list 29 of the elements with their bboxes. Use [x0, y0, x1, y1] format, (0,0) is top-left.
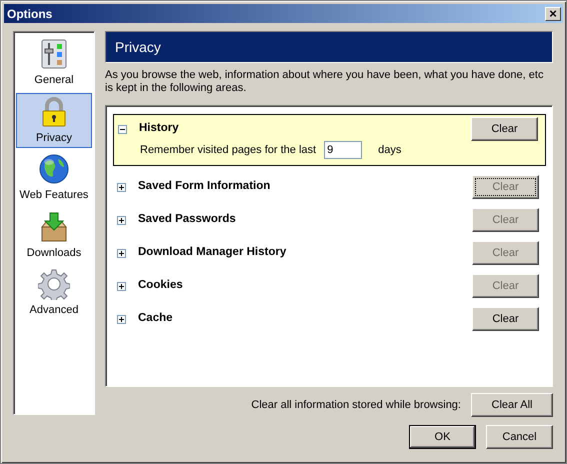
description-text: As you browse the web, information about where you have been, what you have done, etc is kept in the following areas.: [105, 69, 544, 95]
clear-button[interactable]: Clear: [472, 307, 539, 331]
section-label: Saved Form Information: [138, 179, 272, 194]
section-label: Cache: [138, 311, 174, 326]
dialog-button[interactable]: OK: [409, 425, 476, 449]
globe-icon: [38, 153, 70, 185]
section-label: History: [139, 121, 180, 136]
dialog-button[interactable]: Cancel: [486, 425, 553, 449]
gear-icon: [38, 268, 70, 300]
collapse-toggle[interactable]: [118, 124, 127, 134]
days-field[interactable]: 9: [324, 141, 362, 159]
expand-toggle[interactable]: [117, 314, 126, 324]
section-label: Saved Passwords: [138, 212, 237, 228]
section-header: Privacy: [105, 31, 553, 63]
sidebar-item[interactable]: Advanced: [16, 265, 92, 320]
sidebar-item[interactable]: Web Features: [16, 150, 92, 206]
window-title: Options: [7, 6, 52, 22]
sidebar-item[interactable]: Downloads: [16, 208, 92, 263]
download-box-icon: [38, 210, 70, 242]
section-label: Cookies: [138, 278, 184, 294]
clear-all-label: Clear all information stored while browsing:: [251, 398, 461, 413]
clear-button[interactable]: Clear: [471, 117, 538, 141]
close-button[interactable]: ×: [545, 6, 561, 20]
sidebar-item[interactable]: General: [16, 35, 92, 90]
section-label: Download Manager History: [138, 245, 288, 260]
days-unit: days: [378, 142, 402, 158]
clear-all-button[interactable]: Clear All: [471, 393, 553, 417]
sidebar-item[interactable]: Privacy: [16, 92, 92, 148]
days-label: Remember visited pages for the last: [140, 142, 316, 158]
